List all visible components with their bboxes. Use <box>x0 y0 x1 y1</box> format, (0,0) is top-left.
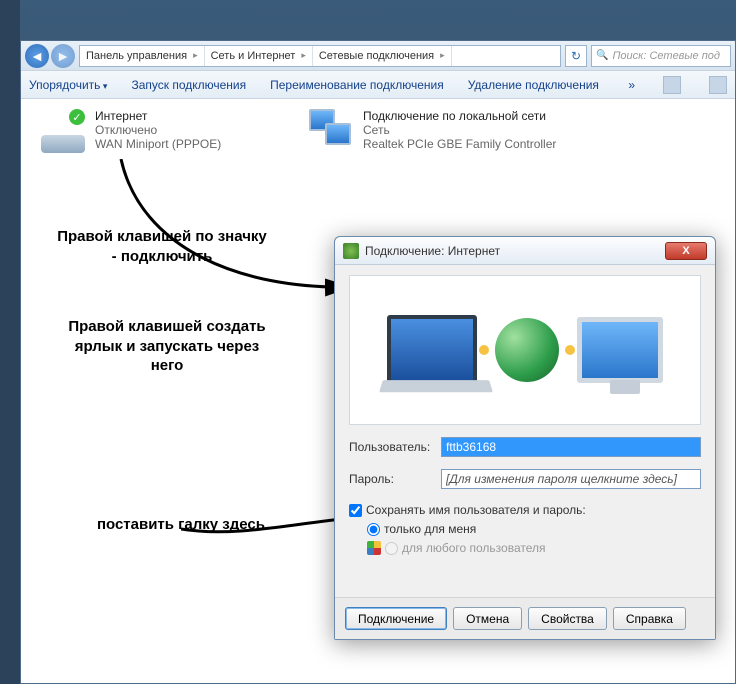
connection-device: Realtek PCIe GBE Family Controller <box>363 137 556 151</box>
radio-any-user-label: для любого пользователя <box>402 541 546 555</box>
nav-forward-button[interactable]: ► <box>51 44 75 68</box>
dialog-hero-image <box>349 275 701 425</box>
save-credentials-label: Сохранять имя пользователя и пароль: <box>366 503 586 517</box>
cancel-button[interactable]: Отмена <box>453 607 522 630</box>
toolbar-more[interactable]: » <box>628 78 635 92</box>
breadcrumb[interactable]: Панель управления Сеть и Интернет Сетевы… <box>79 45 561 67</box>
check-badge-icon: ✓ <box>69 109 85 125</box>
connection-status: Отключено <box>95 123 221 137</box>
password-label: Пароль: <box>349 472 441 486</box>
save-credentials-checkbox[interactable] <box>349 504 362 517</box>
radio-any-user-row: для любого пользователя <box>367 541 701 555</box>
radio-only-me[interactable] <box>367 523 380 536</box>
toolbar-view-icon[interactable] <box>663 76 681 94</box>
connection-title: Интернет <box>95 109 221 123</box>
refresh-button[interactable]: ↻ <box>565 45 587 67</box>
close-button[interactable]: X <box>665 242 707 260</box>
connection-status: Сеть <box>363 123 556 137</box>
laptop-icon <box>387 315 477 385</box>
breadcrumb-item[interactable]: Сеть и Интернет <box>205 46 313 66</box>
connection-device: WAN Miniport (PPPOE) <box>95 137 221 151</box>
connect-button[interactable]: Подключение <box>345 607 447 630</box>
desktop-background-strip <box>0 0 20 684</box>
annotation-create-shortcut: Правой клавишей создать ярлык и запускат… <box>57 317 277 376</box>
connect-dialog: Подключение: Интернет X Пользователь: Па… <box>334 236 716 640</box>
save-credentials-checkbox-row[interactable]: Сохранять имя пользователя и пароль: <box>349 503 701 517</box>
nav-back-button[interactable]: ◄ <box>25 44 49 68</box>
connection-item-internet[interactable]: ✓ Интернет Отключено WAN Miniport (PPPOE… <box>41 109 281 153</box>
help-button[interactable]: Справка <box>613 607 686 630</box>
connection-title: Подключение по локальной сети <box>363 109 556 123</box>
toolbar-delete-connection[interactable]: Удаление подключения <box>468 78 599 92</box>
search-placeholder: Поиск: Сетевые под <box>612 50 720 62</box>
dialog-title-text: Подключение: Интернет <box>365 244 500 258</box>
properties-button[interactable]: Свойства <box>528 607 607 630</box>
lan-icon <box>309 109 353 153</box>
radio-any-user <box>385 542 398 555</box>
toolbar: Упорядочить Запуск подключения Переимено… <box>21 71 735 99</box>
radio-only-me-label: только для меня <box>384 522 476 536</box>
modem-icon: ✓ <box>41 109 85 153</box>
dialog-titlebar[interactable]: Подключение: Интернет X <box>335 237 715 265</box>
monitor-icon <box>577 317 663 383</box>
radio-only-me-row[interactable]: только для меня <box>367 522 701 536</box>
breadcrumb-item[interactable]: Сетевые подключения <box>313 46 452 66</box>
dialog-app-icon <box>343 243 359 259</box>
password-input[interactable] <box>441 469 701 489</box>
globe-icon <box>495 318 559 382</box>
toolbar-rename-connection[interactable]: Переименование подключения <box>270 78 444 92</box>
breadcrumb-item[interactable]: Панель управления <box>80 46 205 66</box>
username-label: Пользователь: <box>349 440 441 454</box>
annotation-right-click-connect: Правой клавишей по значку - подключить <box>57 227 267 266</box>
connection-item-lan[interactable]: Подключение по локальной сети Сеть Realt… <box>309 109 609 153</box>
toolbar-start-connection[interactable]: Запуск подключения <box>131 78 246 92</box>
username-input[interactable] <box>441 437 701 457</box>
annotation-set-checkbox: поставить галку здесь <box>45 515 265 535</box>
shield-icon <box>367 541 381 555</box>
toolbar-help-icon[interactable] <box>709 76 727 94</box>
address-bar: ◄ ► Панель управления Сеть и Интернет Се… <box>21 41 735 71</box>
search-input[interactable]: Поиск: Сетевые под <box>591 45 731 67</box>
dialog-button-bar: Подключение Отмена Свойства Справка <box>335 597 715 639</box>
toolbar-organize[interactable]: Упорядочить <box>29 78 107 92</box>
